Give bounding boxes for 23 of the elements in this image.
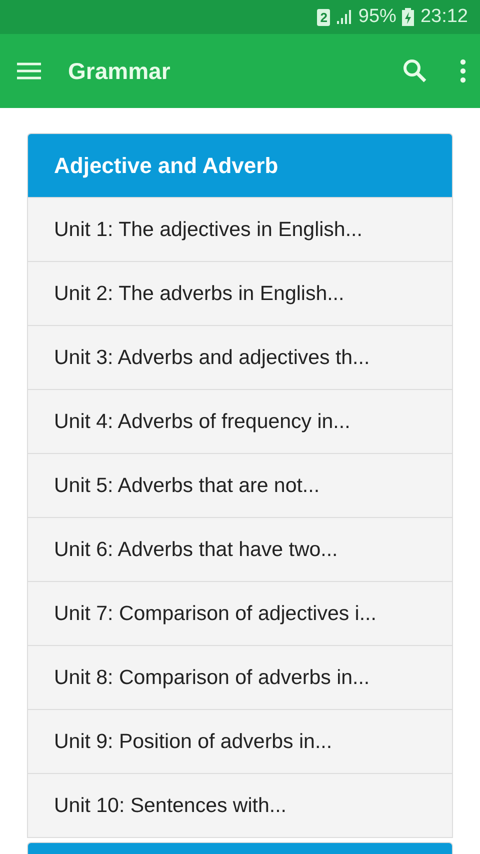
unit-list-item[interactable]: Unit 10: Sentences with...	[28, 773, 452, 837]
battery-level: 95%	[358, 6, 396, 28]
sim-icon: 2	[317, 8, 330, 26]
search-icon	[402, 58, 428, 84]
unit-list-item[interactable]: Unit 3: Adverbs and adjectives th...	[28, 325, 452, 389]
clock: 23:12	[420, 6, 468, 28]
unit-list-item[interactable]: Unit 5: Adverbs that are not...	[28, 453, 452, 517]
unit-list-item[interactable]: Unit 6: Adverbs that have two...	[28, 517, 452, 581]
battery-charging-icon	[402, 8, 414, 26]
menu-button[interactable]	[16, 61, 42, 81]
signal-icon	[336, 10, 352, 24]
more-options-icon	[460, 59, 466, 83]
menu-icon	[16, 61, 42, 81]
unit-list-item[interactable]: Unit 4: Adverbs of frequency in...	[28, 389, 452, 453]
search-button[interactable]	[402, 58, 428, 84]
unit-list-item[interactable]: Unit 9: Position of adverbs in...	[28, 709, 452, 773]
unit-list-item[interactable]: Unit 2: The adverbs in English...	[28, 261, 452, 325]
app-title: Grammar	[68, 58, 170, 84]
unit-list-item[interactable]: Unit 7: Comparison of adjectives i...	[28, 581, 452, 645]
unit-list-item[interactable]: Unit 1: The adjectives in English...	[28, 197, 452, 261]
section-header: Adjective and Adverb	[28, 134, 452, 197]
more-options-button[interactable]	[460, 59, 466, 83]
unit-list-item[interactable]: Unit 8: Comparison of adverbs in...	[28, 645, 452, 709]
